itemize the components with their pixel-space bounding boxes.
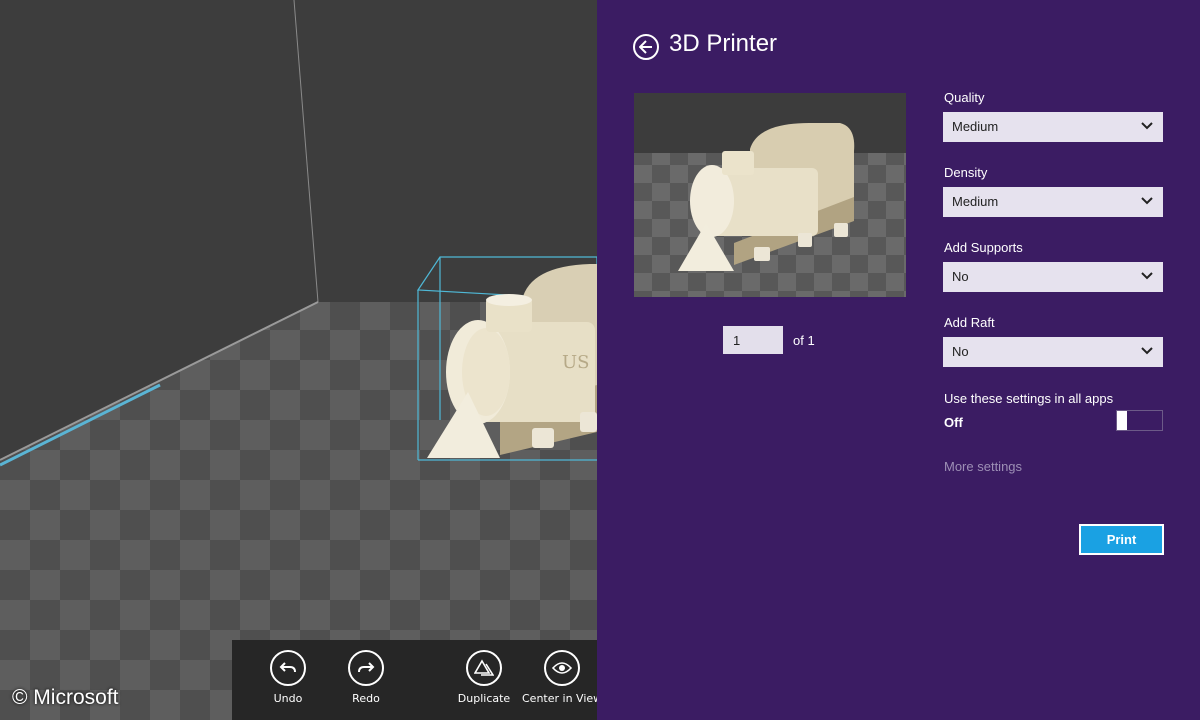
duplicate-label: Duplicate: [457, 692, 511, 705]
undo-icon: [270, 650, 306, 686]
app-bar: Undo Redo Duplicate Center in View: [232, 640, 602, 720]
add-supports-label: Add Supports: [944, 240, 1023, 255]
use-settings-state: Off: [944, 415, 963, 430]
add-raft-label: Add Raft: [944, 315, 995, 330]
page-number-input[interactable]: [723, 326, 783, 354]
preview-image: [634, 93, 906, 297]
add-supports-value: No: [952, 269, 969, 284]
svg-text:US: US: [562, 352, 590, 373]
undo-label: Undo: [273, 692, 303, 705]
chevron-down-icon: [1141, 272, 1153, 280]
center-in-view-button[interactable]: Center in View: [522, 650, 602, 705]
quality-label: Quality: [944, 90, 985, 105]
chevron-down-icon: [1141, 197, 1153, 205]
more-settings-link[interactable]: More settings: [944, 459, 1022, 474]
add-raft-value: No: [952, 344, 969, 359]
3d-viewport[interactable]: US: [0, 0, 597, 720]
panel-title: 3D Printer: [669, 30, 778, 57]
print-preview: [634, 93, 906, 297]
chevron-down-icon: [1141, 122, 1153, 130]
duplicate-button[interactable]: Duplicate: [444, 650, 524, 705]
redo-icon: [348, 650, 384, 686]
add-raft-select[interactable]: No: [943, 337, 1163, 367]
density-select[interactable]: Medium: [943, 187, 1163, 217]
back-button[interactable]: [633, 34, 659, 60]
redo-button[interactable]: Redo: [326, 650, 406, 705]
use-settings-toggle[interactable]: [1116, 410, 1163, 431]
undo-button[interactable]: Undo: [248, 650, 328, 705]
print-button[interactable]: Print: [1079, 524, 1164, 555]
chevron-down-icon: [1141, 347, 1153, 355]
quality-value: Medium: [952, 119, 999, 134]
toggle-knob: [1117, 411, 1127, 430]
use-settings-label: Use these settings in all apps: [944, 391, 1114, 406]
print-settings-panel: 3D Printer of 1 Quality: [597, 0, 1200, 720]
eye-icon: [544, 650, 580, 686]
page-count-label: of 1: [793, 333, 815, 348]
density-label: Density: [944, 165, 988, 180]
build-plate-scene[interactable]: US: [0, 0, 597, 720]
density-value: Medium: [952, 194, 999, 209]
center-in-view-label: Center in View: [522, 692, 603, 705]
back-arrow-icon: [639, 40, 652, 54]
add-supports-select[interactable]: No: [943, 262, 1163, 292]
copyright-watermark: © Microsoft: [12, 686, 119, 709]
redo-label: Redo: [352, 692, 380, 705]
duplicate-icon: [466, 650, 502, 686]
quality-select[interactable]: Medium: [943, 112, 1163, 142]
